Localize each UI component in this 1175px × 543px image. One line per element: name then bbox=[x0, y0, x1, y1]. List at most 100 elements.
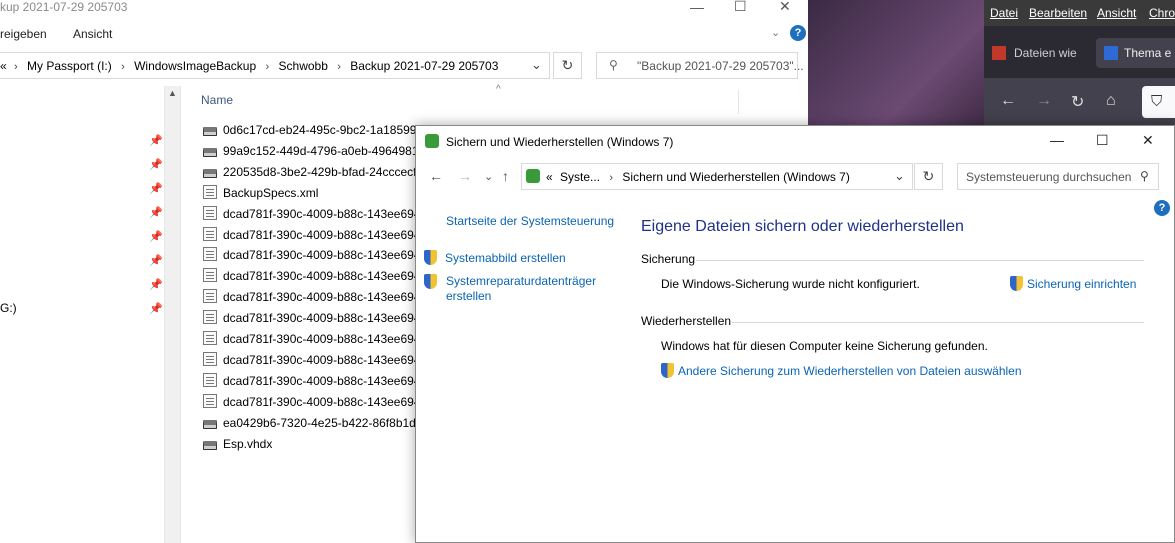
chevron-down-icon[interactable]: ⌄ bbox=[894, 168, 905, 184]
chevron-down-icon[interactable]: ⌄ bbox=[531, 57, 542, 73]
drive-icon bbox=[203, 147, 217, 157]
menu-file[interactable]: Datei bbox=[990, 6, 1018, 20]
file-row[interactable]: dcad781f-390c-4009-b88c-143ee694c bbox=[203, 266, 427, 286]
file-row[interactable]: dcad781f-390c-4009-b88c-143ee694c bbox=[203, 245, 427, 265]
document-icon bbox=[203, 331, 217, 345]
document-icon bbox=[203, 351, 217, 366]
sidebar-item-system-image[interactable]: Systemabbild erstellen bbox=[424, 250, 566, 265]
pin-icon[interactable]: 📌 bbox=[149, 254, 163, 267]
breadcrumb-item[interactable]: WindowsImageBackup bbox=[134, 59, 256, 73]
menu-view[interactable]: Ansicht bbox=[1097, 6, 1136, 20]
shield-icon bbox=[424, 274, 437, 289]
setup-backup-link[interactable]: Sicherung einrichten bbox=[1027, 277, 1136, 291]
breadcrumb-item[interactable]: My Passport (I:) bbox=[27, 59, 112, 73]
chevron-right-icon: › bbox=[337, 61, 341, 73]
minimize-icon[interactable]: — bbox=[690, 0, 704, 14]
recent-locations-icon[interactable]: ⌄ bbox=[484, 170, 493, 183]
back-icon[interactable]: ← bbox=[1000, 92, 1016, 110]
maximize-icon[interactable]: ☐ bbox=[1096, 133, 1109, 147]
file-row[interactable]: 0d6c17cd-eb24-495c-9bc2-1a185995 bbox=[203, 120, 423, 140]
file-row[interactable]: dcad781f-390c-4009-b88c-143ee694c bbox=[203, 225, 427, 245]
setup-backup-button[interactable]: Sicherung einrichten bbox=[1010, 276, 1136, 291]
column-header-name[interactable]: Name bbox=[201, 93, 233, 107]
control-panel-address-bar[interactable]: « Syste... › Sichern und Wiederherstelle… bbox=[521, 163, 913, 190]
pin-icon[interactable]: 📌 bbox=[149, 206, 163, 219]
close-icon[interactable]: ✕ bbox=[1142, 133, 1154, 147]
breadcrumb-item[interactable]: Backup 2021-07-29 205703 bbox=[350, 59, 498, 73]
help-icon[interactable]: ? bbox=[1154, 200, 1170, 216]
breadcrumb-item[interactable]: Syste... bbox=[560, 170, 600, 184]
pin-icon[interactable]: 📌 bbox=[149, 302, 163, 315]
search-icon: ⚲ bbox=[609, 58, 618, 72]
select-other-backup-button[interactable]: Andere Sicherung zum Wiederherstellen vo… bbox=[661, 363, 1022, 378]
file-row[interactable]: dcad781f-390c-4009-b88c-143ee694c bbox=[203, 350, 427, 370]
search-placeholder: "Backup 2021-07-29 205703"... bbox=[637, 59, 804, 73]
navigation-scrollbar[interactable]: ▲ bbox=[164, 86, 181, 543]
file-row[interactable]: dcad781f-390c-4009-b88c-143ee694c bbox=[203, 287, 427, 307]
site-icon bbox=[1104, 46, 1118, 60]
file-name: 99a9c152-449d-4796-a0eb-496498154 bbox=[223, 143, 432, 158]
up-icon[interactable]: ↑ bbox=[502, 168, 509, 184]
file-row[interactable]: dcad781f-390c-4009-b88c-143ee694c bbox=[203, 204, 427, 224]
home-icon[interactable]: ⌂ bbox=[1106, 92, 1116, 110]
refresh-icon[interactable]: ↻ bbox=[914, 163, 943, 190]
breadcrumb-item[interactable]: Sichern und Wiederherstellen (Windows 7) bbox=[622, 170, 849, 184]
breadcrumb-overflow[interactable]: « bbox=[0, 59, 7, 73]
file-row[interactable]: BackupSpecs.xml bbox=[203, 183, 318, 203]
file-row[interactable]: dcad781f-390c-4009-b88c-143ee694c bbox=[203, 392, 427, 412]
reload-icon[interactable]: ↻ bbox=[1071, 92, 1084, 112]
title-bar[interactable]: Sichern und Wiederherstellen (Windows 7)… bbox=[416, 126, 1174, 158]
file-row[interactable]: dcad781f-390c-4009-b88c-143ee694c bbox=[203, 308, 427, 328]
file-row[interactable]: dcad781f-390c-4009-b88c-143ee694c bbox=[203, 371, 427, 391]
menu-chrome[interactable]: Chro bbox=[1149, 6, 1175, 20]
file-row[interactable]: Esp.vhdx bbox=[203, 434, 272, 454]
pin-icon[interactable]: 📌 bbox=[149, 158, 163, 171]
drive-icon bbox=[203, 127, 217, 136]
explorer-address-bar[interactable]: « › My Passport (I:) › WindowsImageBacku… bbox=[0, 52, 550, 79]
ribbon-tab-share[interactable]: reigeben bbox=[0, 27, 47, 41]
browser-tab[interactable]: Dateien wie bbox=[992, 38, 1092, 68]
scroll-up-icon[interactable]: ▲ bbox=[168, 88, 177, 98]
forward-icon[interactable]: → bbox=[458, 168, 472, 184]
menu-edit[interactable]: Bearbeiten bbox=[1029, 6, 1087, 20]
file-name: dcad781f-390c-4009-b88c-143ee694c bbox=[223, 206, 427, 221]
back-icon[interactable]: ← bbox=[429, 168, 443, 184]
pin-icon[interactable]: 📌 bbox=[149, 134, 163, 147]
ribbon-expand-icon[interactable]: ⌄ bbox=[771, 26, 780, 39]
select-other-backup-link[interactable]: Andere Sicherung zum Wiederherstellen vo… bbox=[678, 364, 1022, 378]
explorer-search-input[interactable]: ⚲ "Backup 2021-07-29 205703"... bbox=[596, 52, 804, 79]
pin-icon[interactable]: 📌 bbox=[149, 182, 163, 195]
control-panel-home-link[interactable]: Startseite der Systemsteuerung bbox=[446, 214, 614, 228]
file-row[interactable]: 220535d8-3be2-429b-bfad-24cccecfe bbox=[203, 162, 423, 182]
repair-disc-link[interactable]: Systemreparaturdatenträger erstellen bbox=[446, 274, 621, 304]
file-row[interactable]: ea0429b6-7320-4e25-b422-86f8b1d57 bbox=[203, 413, 429, 433]
pin-icon[interactable]: 📌 bbox=[149, 278, 163, 291]
file-name: dcad781f-390c-4009-b88c-143ee694c bbox=[223, 373, 427, 388]
breadcrumb-item[interactable]: Schwobb bbox=[279, 59, 328, 73]
pin-icon[interactable]: 📌 bbox=[149, 230, 163, 243]
file-row[interactable]: dcad781f-390c-4009-b88c-143ee694c bbox=[203, 329, 427, 349]
document-icon bbox=[203, 205, 217, 220]
breadcrumb-overflow[interactable]: « bbox=[546, 170, 553, 184]
refresh-icon[interactable]: ↻ bbox=[553, 52, 582, 79]
ribbon-tab-view[interactable]: Ansicht bbox=[73, 27, 112, 41]
drive-icon bbox=[203, 440, 217, 450]
url-bar[interactable]: ⛉ bbox=[1142, 86, 1175, 118]
browser-tabstrip: Dateien wie Thema e bbox=[984, 26, 1175, 78]
chevron-right-icon: › bbox=[609, 172, 614, 184]
close-icon[interactable]: ✕ bbox=[779, 0, 791, 13]
browser-menubar: Datei Bearbeiten Ansicht Chro bbox=[984, 0, 1175, 26]
forward-icon[interactable]: → bbox=[1036, 92, 1052, 110]
file-name: dcad781f-390c-4009-b88c-143ee694c bbox=[223, 248, 427, 263]
file-name: dcad781f-390c-4009-b88c-143ee694c bbox=[223, 269, 427, 284]
column-divider[interactable] bbox=[738, 90, 739, 114]
file-row[interactable]: 99a9c152-449d-4796-a0eb-496498154 bbox=[203, 141, 432, 161]
nav-item-drive[interactable]: G:) bbox=[0, 301, 17, 315]
control-panel-search-input[interactable]: Systemsteuerung durchsuchen ⚲ bbox=[957, 163, 1159, 190]
help-icon[interactable]: ? bbox=[790, 25, 806, 41]
tab-label: Dateien wie bbox=[1014, 46, 1077, 60]
minimize-icon[interactable]: — bbox=[1050, 133, 1064, 147]
system-image-link[interactable]: Systemabbild erstellen bbox=[445, 251, 566, 265]
browser-tab-active[interactable]: Thema e bbox=[1096, 38, 1175, 68]
maximize-icon[interactable]: ☐ bbox=[734, 0, 747, 13]
